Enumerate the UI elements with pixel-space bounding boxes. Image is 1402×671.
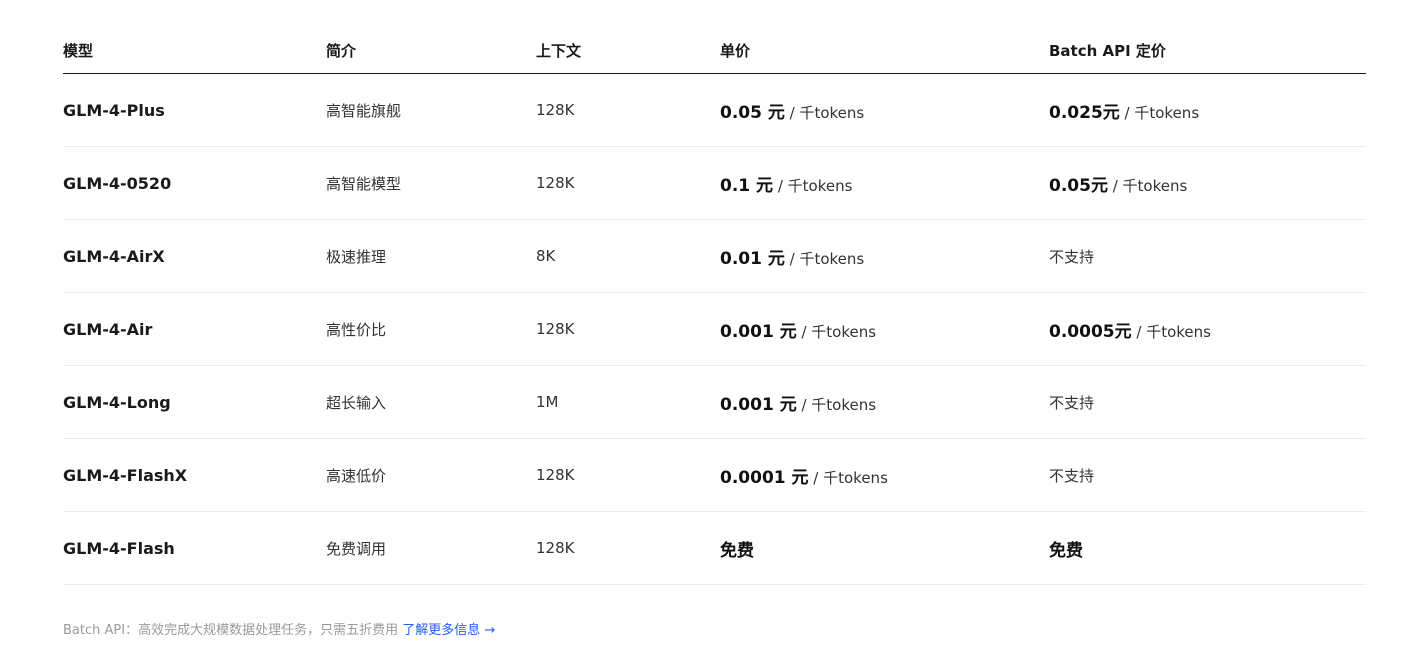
batch-price-unsupported: 不支持: [1049, 393, 1095, 412]
batch-api-note-text: Batch API：高效完成大规模数据处理任务，只需五折费用: [63, 623, 403, 638]
batch-price-value: 0.025元: [1049, 102, 1120, 123]
unit-price-unit: / 千tokens: [796, 322, 877, 341]
unit-price-value: 0.05 元: [720, 102, 785, 123]
learn-more-link[interactable]: 了解更多信息 →: [402, 623, 495, 638]
unit-price: 0.01 元 / 千tokens: [720, 244, 1049, 269]
model-name: GLM-4-0520: [63, 173, 172, 193]
header-model: 模型: [63, 42, 94, 60]
unit-price: 0.1 元 / 千tokens: [720, 171, 1049, 196]
header-unit-price: 单价: [720, 42, 751, 60]
context-length: 128K: [536, 466, 575, 484]
table-row: GLM-4-AirX 极速推理 8K 0.01 元 / 千tokens 不支持: [63, 220, 1366, 293]
model-name: GLM-4-AirX: [63, 246, 165, 266]
unit-price-value: 0.001 元: [720, 394, 797, 415]
pricing-table: 模型 简介 上下文 单价 Batch API 定价 GLM-4-Plus 高智能…: [63, 28, 1366, 585]
pricing-page: 模型 简介 上下文 单价 Batch API 定价 GLM-4-Plus 高智能…: [0, 0, 1402, 671]
batch-price-unsupported: 不支持: [1049, 466, 1095, 485]
unit-price-value: 0.1 元: [720, 175, 774, 196]
model-description: 超长输入: [326, 393, 387, 412]
context-length: 128K: [536, 101, 575, 119]
model-name: GLM-4-Air: [63, 319, 153, 339]
batch-price-value: 0.0005元: [1049, 321, 1132, 342]
table-row: GLM-4-Air 高性价比 128K 0.001 元 / 千tokens 0.…: [63, 293, 1366, 366]
model-description: 高智能模型: [326, 174, 402, 193]
unit-price-unit: / 千tokens: [808, 468, 888, 487]
context-length: 128K: [536, 539, 575, 557]
model-name: GLM-4-FlashX: [63, 465, 188, 485]
table-row: GLM-4-Long 超长输入 1M 0.001 元 / 千tokens 不支持: [63, 366, 1366, 439]
header-batch-price: Batch API 定价: [1049, 42, 1166, 60]
header-description: 简介: [326, 42, 357, 60]
unit-price: 0.001 元 / 千tokens: [720, 317, 1049, 342]
unit-price: 免费: [720, 536, 1049, 561]
batch-price-unsupported: 不支持: [1049, 247, 1095, 266]
unit-price-unit: / 千tokens: [784, 103, 865, 122]
table-row: GLM-4-0520 高智能模型 128K 0.1 元 / 千tokens 0.…: [63, 147, 1366, 220]
model-name: GLM-4-Long: [63, 392, 171, 412]
context-length: 8K: [536, 247, 556, 265]
batch-price: 免费: [1049, 536, 1366, 561]
batch-price: 0.0005元 / 千tokens: [1049, 317, 1366, 342]
unit-price-value: 0.01 元: [720, 248, 785, 269]
batch-price-value: 0.05元: [1049, 175, 1108, 196]
batch-price-unit: / 千tokens: [1107, 176, 1188, 195]
unit-price-value: 0.0001 元: [720, 467, 809, 488]
context-length: 1M: [536, 393, 559, 411]
batch-price: 0.05元 / 千tokens: [1049, 171, 1366, 196]
unit-price-value: 免费: [720, 540, 754, 561]
model-description: 高智能旗舰: [326, 101, 402, 120]
table-header-row: 模型 简介 上下文 单价 Batch API 定价: [63, 28, 1366, 74]
batch-price-unit: / 千tokens: [1131, 322, 1211, 341]
batch-api-note: Batch API：高效完成大规模数据处理任务，只需五折费用 了解更多信息 →: [63, 619, 495, 638]
context-length: 128K: [536, 320, 575, 338]
unit-price: 0.05 元 / 千tokens: [720, 98, 1049, 123]
context-length: 128K: [536, 174, 575, 192]
model-name: GLM-4-Flash: [63, 538, 175, 558]
unit-price-value: 0.001 元: [720, 321, 797, 342]
model-description: 极速推理: [326, 247, 387, 266]
header-context: 上下文: [536, 42, 582, 60]
batch-price-value: 免费: [1049, 540, 1083, 561]
model-description: 高性价比: [326, 320, 387, 339]
table-row: GLM-4-FlashX 高速低价 128K 0.0001 元 / 千token…: [63, 439, 1366, 512]
unit-price-unit: / 千tokens: [796, 395, 877, 414]
table-row: GLM-4-Plus 高智能旗舰 128K 0.05 元 / 千tokens 0…: [63, 74, 1366, 147]
unit-price: 0.0001 元 / 千tokens: [720, 463, 1049, 488]
unit-price: 0.001 元 / 千tokens: [720, 390, 1049, 415]
batch-price-unit: / 千tokens: [1119, 103, 1200, 122]
model-description: 高速低价: [326, 466, 387, 485]
model-description: 免费调用: [326, 539, 387, 558]
unit-price-unit: / 千tokens: [773, 176, 853, 195]
table-row: GLM-4-Flash 免费调用 128K 免费 免费: [63, 512, 1366, 585]
unit-price-unit: / 千tokens: [784, 249, 865, 268]
batch-price: 0.025元 / 千tokens: [1049, 98, 1366, 123]
model-name: GLM-4-Plus: [63, 100, 165, 120]
